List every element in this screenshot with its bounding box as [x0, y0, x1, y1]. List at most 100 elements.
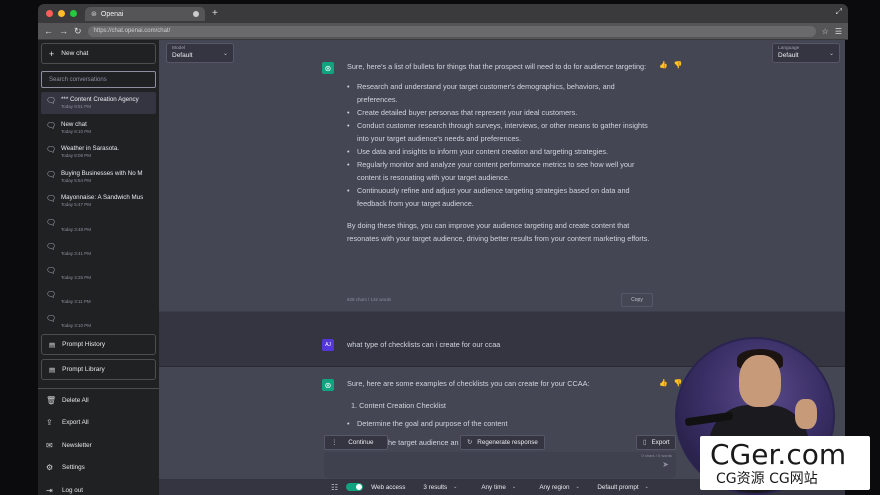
browser-menu-icon[interactable]: ☰ [835, 27, 842, 36]
chat-bubble-icon: 🗨 [46, 242, 57, 251]
prompt-library-button[interactable]: ▤ Prompt Library [41, 359, 156, 380]
conversation-date: Today 5:47 PM [61, 202, 92, 207]
library-icon: ▤ [49, 366, 56, 374]
new-chat-button[interactable]: + New chat [41, 43, 156, 64]
conversation-item[interactable]: 🗨 Today 3:10 PM [41, 310, 156, 332]
log-out-button[interactable]: ⇥ Log out [46, 486, 83, 495]
conversation-item[interactable]: 🗨 Today 3:25 PM [41, 262, 156, 284]
message-intro: Sure, here's a list of bullets for thing… [347, 62, 647, 71]
chat-bubble-icon: 🗨 [46, 170, 57, 179]
chat-bubble-icon: 🗨 [46, 145, 57, 154]
chat-bubble-icon: 🗨 [46, 194, 57, 203]
list-item: Regularly monitor and analyze your conte… [347, 158, 657, 184]
logout-icon: ⇥ [46, 486, 53, 495]
conversation-item[interactable]: 🗨 Buying Businesses with No M Today 5:54 … [41, 166, 156, 188]
history-icon: ▤ [49, 341, 56, 349]
user-avatar: AJ [322, 339, 334, 351]
assistant-message-text: Sure, here are some examples of checklis… [347, 377, 657, 430]
conversation-item[interactable]: 🗨 Weather in Sarasota. Today 8:08 PM [41, 141, 156, 163]
thumbs-up-icon[interactable]: 👍 [659, 379, 668, 387]
watermark-title: CGer.com [710, 438, 847, 471]
message-stats: 828 chars / 132 words [347, 297, 392, 302]
conversation-item[interactable]: 🗨 *** Content Creation Agency Today 9:51 … [41, 92, 156, 114]
minimize-window-button[interactable] [58, 10, 65, 17]
close-window-button[interactable] [46, 10, 53, 17]
list-item: Use data and insights to inform your con… [347, 145, 657, 158]
maximize-window-button[interactable] [70, 10, 77, 17]
openai-logo-icon: ⊛ [322, 379, 334, 391]
forward-arrow-icon[interactable]: → [59, 26, 68, 36]
chevron-down-icon: ⌄ [575, 484, 580, 490]
bookmark-star-icon[interactable]: ☆ [822, 27, 829, 36]
chevron-down-icon: ⌄ [511, 484, 517, 490]
export-all-label: Export All [62, 419, 89, 426]
partial-message-text: he target audience an [388, 438, 459, 447]
chevron-down-icon: ⌄ [453, 484, 458, 490]
export-button[interactable]: ▯ Export [636, 435, 676, 450]
conversation-date: Today 8:10 PM [61, 129, 92, 134]
presenter-head [739, 355, 781, 407]
export-all-button[interactable]: ⇪ Export All [46, 418, 89, 427]
chat-bubble-icon: 🗨 [46, 96, 57, 105]
assistant-message-text: Sure, here's a list of bullets for thing… [347, 60, 657, 245]
fullscreen-icon[interactable]: ⤢ [836, 7, 842, 17]
conversation-title: *** Content Creation Agency [61, 96, 139, 103]
web-access-toggle[interactable] [346, 483, 364, 491]
conversation-date: Today 3:10 PM [61, 323, 92, 328]
search-conversations-input[interactable]: Search conversations [41, 71, 156, 88]
conversation-item[interactable]: 🗨 Mayonnaise: A Sandwich Mus Today 5:47 P… [41, 190, 156, 212]
conversation-item[interactable]: 🗨 Today 3:11 PM [41, 286, 156, 308]
conversation-item[interactable]: 🗨 Today 3:48 PM [41, 214, 156, 236]
chevron-down-icon: ⌄ [828, 51, 834, 57]
new-tab-button[interactable]: + [212, 8, 218, 19]
delete-all-button[interactable]: 🗑 Delete All [46, 396, 89, 405]
model-value: Default [172, 52, 193, 59]
conversation-title: New chat [61, 121, 87, 128]
send-icon[interactable]: ➤ [662, 460, 669, 469]
feedback-buttons: 👍 👎 [659, 61, 682, 69]
regenerate-button[interactable]: ↻ Regenerate response [460, 435, 545, 450]
thumbs-down-icon[interactable]: 👎 [674, 61, 683, 69]
chat-bubble-icon: 🗨 [46, 266, 57, 275]
conversation-item[interactable]: 🗨 Today 3:41 PM [41, 238, 156, 260]
time-select[interactable]: Any time ⌄ [481, 484, 525, 491]
prompt-library-label: Prompt Library [62, 366, 105, 373]
prompt-select[interactable]: Default prompt ⌄ [597, 484, 649, 491]
continue-group: ⋮ Continue [324, 435, 388, 450]
openai-favicon-icon: ⊛ [91, 11, 97, 18]
address-bar[interactable]: https://chat.openai.com/chat/ [87, 25, 816, 37]
model-label: Model [172, 46, 186, 51]
conversation-title: Mayonnaise: A Sandwich Mus [61, 194, 144, 201]
prompt-textarea[interactable]: 0 chars / 0 words ➤ [324, 452, 676, 478]
regenerate-label: Regenerate response [477, 439, 538, 446]
copy-button[interactable]: Copy [621, 293, 653, 307]
continue-button[interactable]: Continue [348, 439, 373, 446]
list-item: Create detailed buyer personas that repr… [347, 106, 657, 119]
conversation-date: Today 3:11 PM [61, 299, 91, 304]
chevron-down-icon: ⌄ [644, 484, 649, 490]
region-select[interactable]: Any region ⌄ [539, 484, 583, 491]
model-select[interactable]: Model Default ⌄ [166, 43, 234, 63]
chat-bubble-icon: 🗨 [46, 121, 57, 130]
watermark: CGer.com CG资源 CG网站 [700, 436, 870, 490]
conversation-item[interactable]: 🗨 New chat Today 8:10 PM [41, 117, 156, 139]
more-options-icon[interactable]: ⋮ [331, 439, 337, 446]
chat-bubble-icon: 🗨 [46, 290, 57, 299]
results-select[interactable]: 3 results ⌄ [423, 484, 467, 491]
language-value: Default [778, 52, 799, 59]
language-select[interactable]: Language Default ⌄ [772, 43, 840, 63]
mail-icon: ✉ [46, 441, 53, 450]
composer-word-count: 0 chars / 0 words [641, 453, 672, 458]
prompt-history-button[interactable]: ▤ Prompt History [41, 334, 156, 355]
settings-button[interactable]: ⚙ Settings [46, 463, 85, 472]
conversation-title: Weather in Sarasota. [61, 145, 120, 152]
browser-chrome: ⊛ Openai + ⤢ ← → ↻ https://chat.openai.c… [38, 4, 848, 40]
reload-icon[interactable]: ↻ [74, 26, 82, 37]
sliders-icon[interactable]: ☷ [331, 483, 338, 492]
thumbs-up-icon[interactable]: 👍 [659, 61, 668, 69]
back-arrow-icon[interactable]: ← [44, 26, 53, 36]
newsletter-button[interactable]: ✉ Newsletter [46, 441, 92, 450]
tab-close-icon[interactable] [193, 11, 199, 17]
browser-tab[interactable]: ⊛ Openai [85, 7, 205, 21]
trash-icon: 🗑 [46, 396, 57, 405]
